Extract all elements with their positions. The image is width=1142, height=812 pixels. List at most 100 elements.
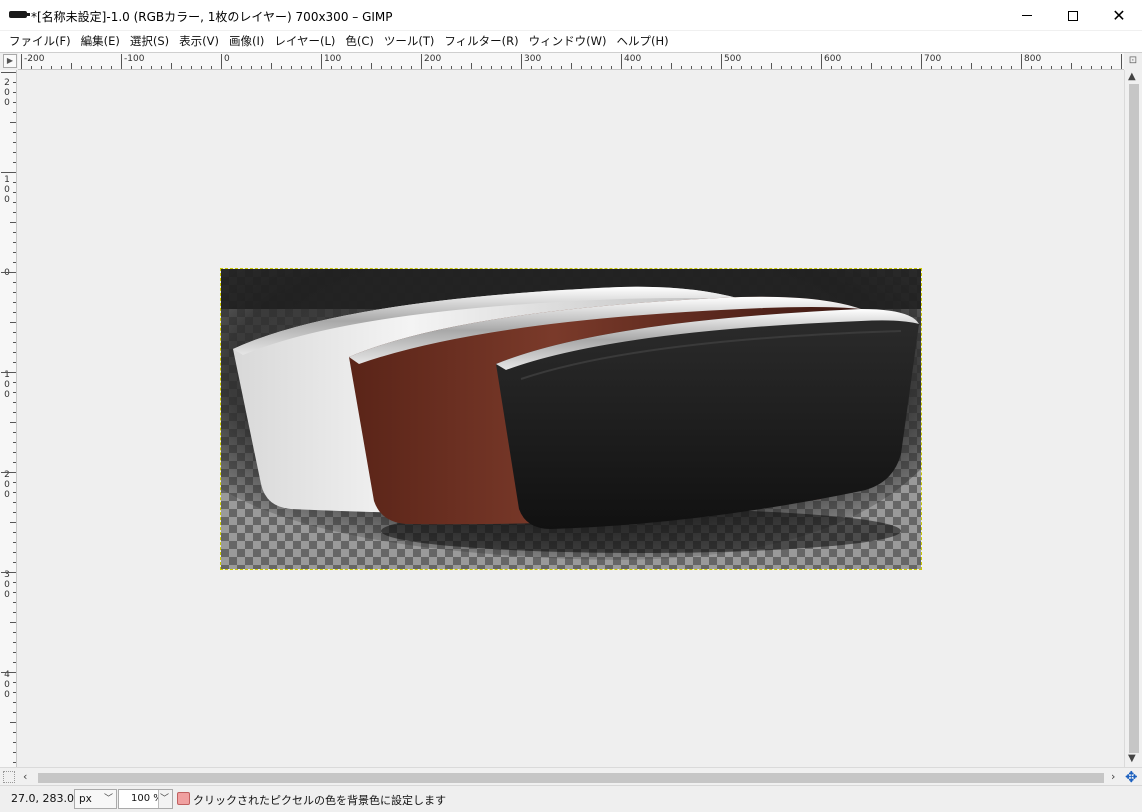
- ruler-tick: [241, 66, 242, 69]
- zoom-image-icon[interactable]: ⊡: [1126, 54, 1140, 68]
- ruler-tick: [911, 66, 912, 69]
- ruler-tick: [171, 63, 172, 69]
- ruler-tick: [10, 722, 16, 723]
- ruler-tick: [13, 102, 16, 103]
- ruler-tick: [151, 66, 152, 69]
- ruler-tick: [1091, 66, 1092, 69]
- scroll-right-icon[interactable]: ›: [1111, 770, 1115, 783]
- ruler-tick: [231, 66, 232, 69]
- ruler-tick: [601, 66, 602, 69]
- chevron-down-icon: ﹀: [103, 794, 113, 804]
- horizontal-scrollbar[interactable]: ‹ › ✥: [0, 767, 1142, 786]
- ruler-tick: [941, 66, 942, 69]
- ruler-tick: [921, 54, 922, 69]
- ruler-tick: [1051, 66, 1052, 69]
- scroll-down-icon[interactable]: ▼: [1128, 753, 1136, 764]
- ruler-tick: [1041, 66, 1042, 69]
- window-title: *[名称未設定]-1.0 (RGBカラー, 1枚のレイヤー) 700x300 –…: [31, 10, 393, 24]
- scroll-left-icon[interactable]: ‹: [23, 770, 27, 783]
- ruler-tick: [13, 602, 16, 603]
- close-icon: ✕: [1112, 5, 1126, 25]
- image-menu-arrow-icon[interactable]: ▶: [3, 54, 17, 68]
- ruler-label: 0: [224, 54, 230, 64]
- ruler-tick: [381, 66, 382, 69]
- horizontal-ruler[interactable]: -200 -100 0 100 200 300 400 500 600 700 …: [18, 53, 1124, 70]
- ruler-tick: [281, 66, 282, 69]
- ruler-tick: [141, 66, 142, 69]
- ruler-tick: [13, 762, 16, 763]
- menu-filters[interactable]: フィルター(R): [439, 31, 523, 52]
- menu-windows[interactable]: ウィンドウ(W): [524, 31, 612, 52]
- ruler-tick: [581, 66, 582, 69]
- ruler-tick: [13, 182, 16, 183]
- ruler-tick: [13, 302, 16, 303]
- ruler-tick: [1061, 66, 1062, 69]
- ruler-label: 100: [324, 54, 342, 64]
- vertical-scrollbar[interactable]: ▲ ▼: [1124, 70, 1142, 767]
- ruler-tick: [951, 66, 952, 69]
- vertical-ruler[interactable]: 200 100 0 100 200 300 400: [0, 70, 17, 767]
- ruler-tick: [1071, 63, 1072, 69]
- vertical-scroll-thumb[interactable]: [1129, 84, 1139, 753]
- ruler-tick: [13, 642, 16, 643]
- ruler-tick: [13, 152, 16, 153]
- quick-mask-toggle-icon[interactable]: [3, 771, 15, 783]
- ruler-tick: [71, 63, 72, 69]
- ruler-label: 700: [924, 54, 942, 64]
- ruler-tick: [13, 252, 16, 253]
- canvas-area[interactable]: [18, 71, 1124, 767]
- scroll-up-icon[interactable]: ▲: [1128, 71, 1136, 82]
- ruler-tick: [451, 66, 452, 69]
- close-button[interactable]: ✕: [1096, 0, 1142, 31]
- ruler-tick: [691, 66, 692, 69]
- menu-help[interactable]: ヘルプ(H): [611, 31, 673, 52]
- ruler-label: 800: [1024, 54, 1042, 64]
- ruler-tick: [251, 66, 252, 69]
- maximize-button[interactable]: [1050, 0, 1096, 31]
- ruler-label: 300: [4, 570, 10, 600]
- ruler-tick: [13, 482, 16, 483]
- ruler-tick: [13, 752, 16, 753]
- ruler-label: 600: [824, 54, 842, 64]
- ruler-tick: [981, 66, 982, 69]
- ruler-tick: [661, 66, 662, 69]
- image-canvas[interactable]: [220, 268, 922, 570]
- ruler-tick: [13, 662, 16, 663]
- ruler-tick: [331, 66, 332, 69]
- ruler-tick: [51, 66, 52, 69]
- ruler-tick: [13, 192, 16, 193]
- zoom-select[interactable]: 100 % ﹀: [118, 789, 173, 809]
- navigate-image-icon[interactable]: ✥: [1125, 769, 1138, 786]
- minimize-button[interactable]: [1004, 0, 1050, 31]
- status-message: クリックされたピクセルの色を背景色に設定します: [193, 794, 446, 807]
- ruler-tick: [13, 702, 16, 703]
- ruler-tick: [13, 612, 16, 613]
- ruler-tick: [13, 512, 16, 513]
- unit-select[interactable]: px ﹀: [74, 789, 117, 809]
- ruler-tick: [671, 63, 672, 69]
- ruler-tick: [271, 63, 272, 69]
- ruler-tick: [13, 392, 16, 393]
- ruler-tick: [321, 54, 322, 69]
- ruler-tick: [13, 232, 16, 233]
- zoom-dropdown-button[interactable]: ﹀: [158, 790, 172, 808]
- ruler-tick: [761, 66, 762, 69]
- ruler-tick: [13, 402, 16, 403]
- menu-view[interactable]: 表示(V): [174, 31, 224, 52]
- menu-image[interactable]: 画像(I): [224, 31, 269, 52]
- ruler-tick: [1, 72, 16, 73]
- ruler-tick: [361, 66, 362, 69]
- horizontal-scroll-thumb[interactable]: [38, 773, 1104, 783]
- menu-edit[interactable]: 編集(E): [76, 31, 125, 52]
- menu-layer[interactable]: レイヤー(L): [269, 31, 340, 52]
- menu-tools[interactable]: ツール(T): [379, 31, 440, 52]
- menu-select[interactable]: 選択(S): [125, 31, 174, 52]
- ruler-tick: [201, 66, 202, 69]
- ruler-label: 100: [4, 175, 10, 205]
- ruler-tick: [751, 66, 752, 69]
- menu-colors[interactable]: 色(C): [340, 31, 379, 52]
- ruler-tick: [13, 382, 16, 383]
- ruler-tick: [13, 342, 16, 343]
- menu-file[interactable]: ファイル(F): [4, 31, 76, 52]
- image-workspace: ▶ -200 -100 0 100 200 300 400 500 600 70…: [0, 52, 1142, 812]
